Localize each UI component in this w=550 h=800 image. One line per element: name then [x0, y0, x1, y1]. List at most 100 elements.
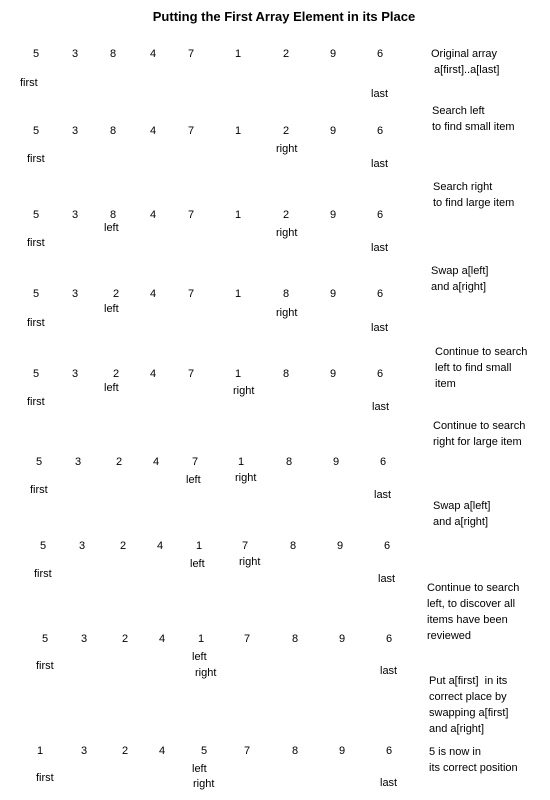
array-value: 1: [234, 288, 242, 300]
last-marker: last: [378, 573, 396, 585]
array-value: 8: [109, 209, 117, 221]
array-value: 9: [329, 368, 337, 380]
right-marker: right: [193, 778, 215, 790]
first-marker: first: [27, 237, 45, 249]
array-value: 9: [329, 288, 337, 300]
array-value: 3: [74, 456, 82, 468]
step-note: Swap a[left] and a[right]: [433, 500, 491, 528]
array-value: 7: [187, 125, 195, 137]
array-value: 4: [152, 456, 160, 468]
array-value: 4: [158, 745, 166, 757]
array-value: 8: [109, 48, 117, 60]
array-value: 2: [282, 125, 290, 137]
array-value: 8: [282, 368, 290, 380]
array-value: 9: [338, 745, 346, 757]
array-value: 7: [187, 48, 195, 60]
array-value: 3: [78, 540, 86, 552]
first-marker: first: [36, 660, 54, 672]
last-marker: last: [371, 322, 389, 334]
array-value: 5: [200, 745, 208, 757]
array-value: 8: [289, 540, 297, 552]
last-marker: last: [371, 88, 389, 100]
array-value: 5: [35, 456, 43, 468]
left-marker: left: [104, 222, 119, 234]
array-value: 2: [282, 48, 290, 60]
array-value: 3: [80, 745, 88, 757]
array-value: 5: [41, 633, 49, 645]
array-value: 6: [385, 633, 393, 645]
array-value: 2: [282, 209, 290, 221]
array-value: 8: [291, 633, 299, 645]
step-note: Continue to search right for large item: [433, 420, 526, 448]
array-value: 9: [336, 540, 344, 552]
left-marker: left: [192, 763, 207, 775]
step-note: Continue to search left to find small it…: [435, 346, 528, 390]
array-value: 7: [187, 209, 195, 221]
array-value: 6: [383, 540, 391, 552]
array-value: 6: [379, 456, 387, 468]
array-value: 9: [329, 125, 337, 137]
step-note: Continue to search left, to discover all…: [427, 582, 520, 642]
array-value: 7: [191, 456, 199, 468]
last-marker: last: [380, 665, 398, 677]
array-value: 5: [32, 48, 40, 60]
array-value: 4: [149, 125, 157, 137]
array-value: 7: [187, 368, 195, 380]
step-note: Swap a[left] and a[right]: [431, 265, 489, 293]
array-value: 6: [385, 745, 393, 757]
array-value: 3: [71, 368, 79, 380]
right-marker: right: [195, 667, 217, 679]
array-value: 6: [376, 48, 384, 60]
array-value: 9: [332, 456, 340, 468]
array-value: 3: [71, 48, 79, 60]
array-value: 2: [112, 368, 120, 380]
first-marker: first: [36, 772, 54, 784]
array-value: 2: [121, 633, 129, 645]
array-value: 7: [243, 745, 251, 757]
array-value: 7: [241, 540, 249, 552]
array-value: 5: [32, 125, 40, 137]
left-marker: left: [192, 651, 207, 663]
last-marker: last: [371, 158, 389, 170]
first-marker: first: [27, 396, 45, 408]
array-value: 1: [234, 48, 242, 60]
step-note: Put a[first] in its correct place by swa…: [429, 675, 509, 735]
array-value: 7: [243, 633, 251, 645]
array-value: 4: [149, 368, 157, 380]
array-value: 1: [36, 745, 44, 757]
array-value: 2: [115, 456, 123, 468]
array-value: 6: [376, 209, 384, 221]
array-value: 1: [234, 368, 242, 380]
array-value: 9: [338, 633, 346, 645]
array-value: 4: [149, 288, 157, 300]
array-value: 2: [119, 540, 127, 552]
array-value: 2: [121, 745, 129, 757]
right-marker: right: [233, 385, 255, 397]
array-value: 8: [282, 288, 290, 300]
array-value: 9: [329, 209, 337, 221]
array-value: 3: [71, 288, 79, 300]
array-value: 2: [112, 288, 120, 300]
array-value: 3: [80, 633, 88, 645]
last-marker: last: [374, 489, 392, 501]
array-value: 8: [285, 456, 293, 468]
left-marker: left: [190, 558, 205, 570]
step-note: Search right to find large item: [433, 181, 515, 209]
first-marker: first: [34, 568, 52, 580]
array-value: 4: [158, 633, 166, 645]
array-value: 8: [109, 125, 117, 137]
left-marker: left: [104, 382, 119, 394]
step-note: Search left to find small item: [432, 105, 515, 133]
array-value: 9: [329, 48, 337, 60]
array-value: 5: [32, 368, 40, 380]
array-value: 5: [32, 209, 40, 221]
array-value: 7: [187, 288, 195, 300]
left-marker: left: [186, 474, 201, 486]
right-marker: right: [276, 307, 298, 319]
array-value: 1: [237, 456, 245, 468]
first-marker: first: [30, 484, 48, 496]
array-value: 6: [376, 288, 384, 300]
array-value: 6: [376, 125, 384, 137]
first-marker: first: [20, 77, 38, 89]
array-value: 3: [71, 209, 79, 221]
